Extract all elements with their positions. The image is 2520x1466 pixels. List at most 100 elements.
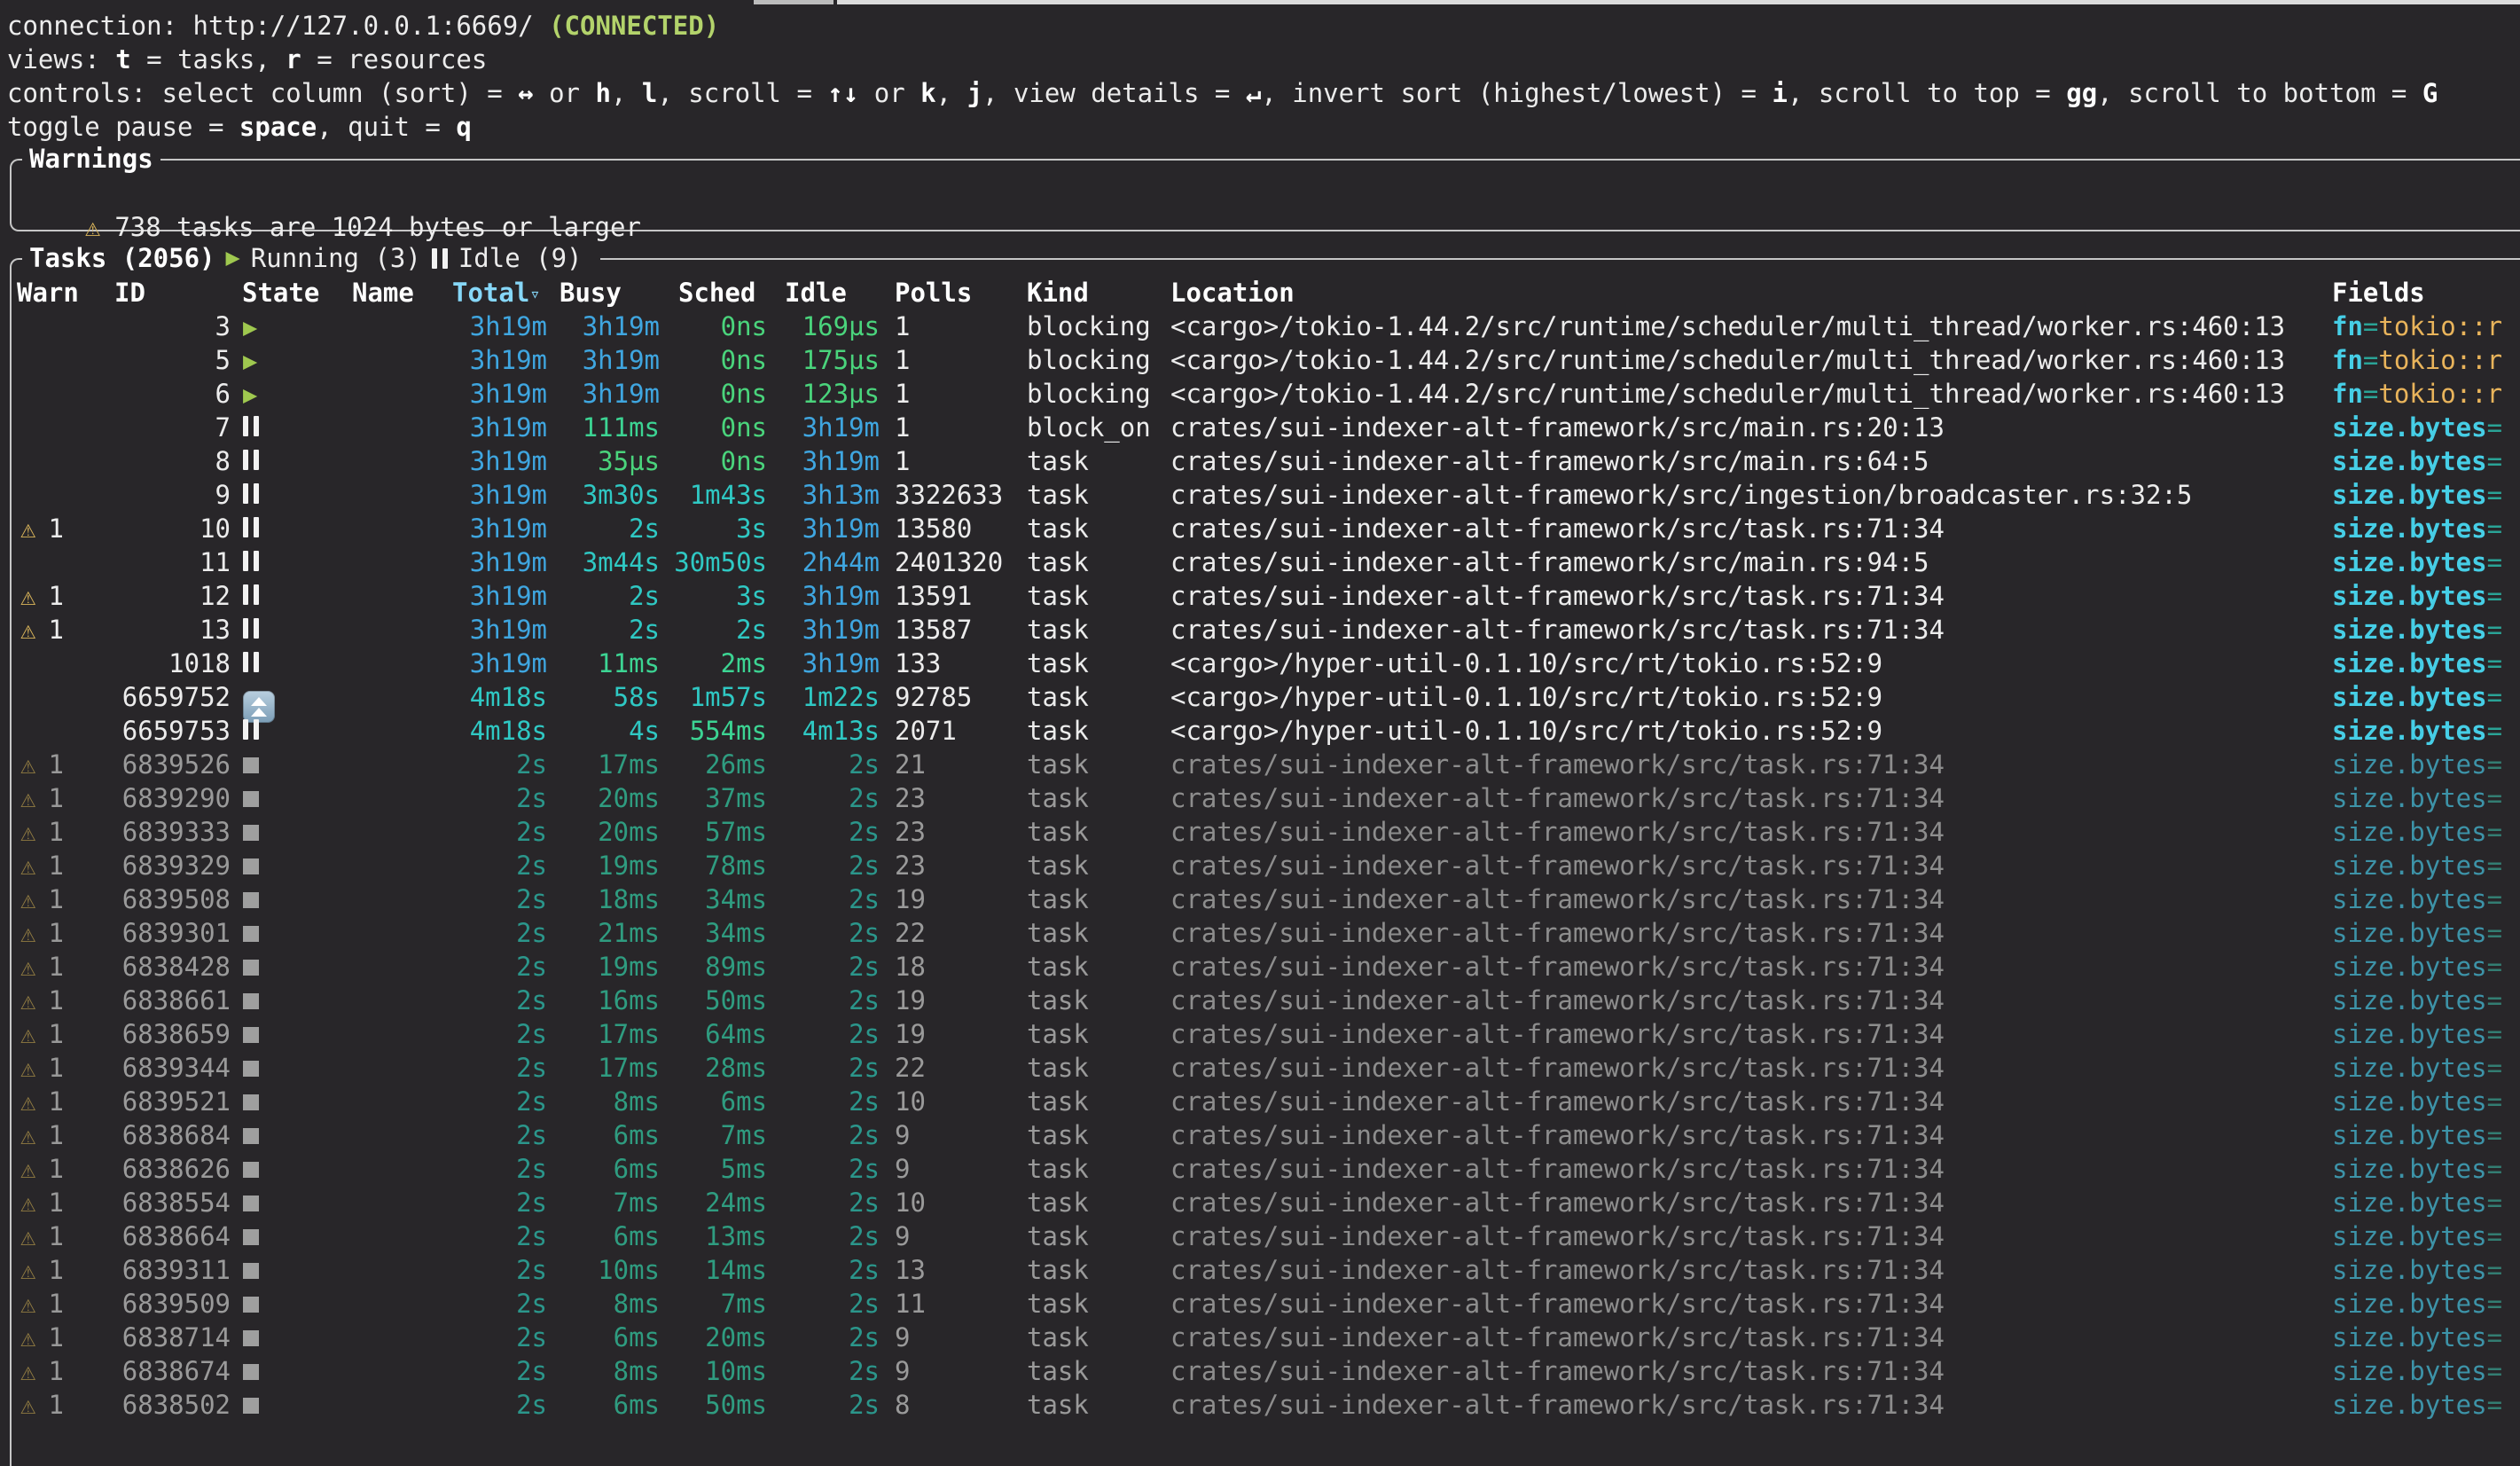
cell-kind: task <box>1027 1321 1169 1354</box>
task-row[interactable]: ⚠1123h19m2s3s3h19m13591taskcrates/sui-in… <box>0 579 2520 613</box>
task-row[interactable]: ⚠1103h19m2s3s3h19m13580taskcrates/sui-in… <box>0 512 2520 545</box>
cell-state <box>243 1051 340 1085</box>
task-row[interactable]: 66597534m18s4s554ms4m13s2071task<cargo>/… <box>0 714 2520 748</box>
cell-state <box>243 1186 340 1219</box>
cell-id: 6838661 <box>80 984 231 1017</box>
cell-kind: task <box>1027 984 1169 1017</box>
task-row[interactable]: ⚠168395212s8ms6ms2s10taskcrates/sui-inde… <box>0 1085 2520 1118</box>
cell-kind: task <box>1027 748 1169 781</box>
cell-busy: 3h19m <box>556 310 660 343</box>
cell-id: 6839333 <box>80 815 231 849</box>
task-row[interactable]: ⚠168386842s6ms7ms2s9taskcrates/sui-index… <box>0 1118 2520 1152</box>
cell-sched: 3s <box>667 512 767 545</box>
cell-location: <cargo>/tokio-1.44.2/src/runtime/schedul… <box>1170 377 2323 411</box>
warning-triangle-icon: ⚠ <box>20 1120 35 1150</box>
task-row[interactable]: 6▶3h19m3h19m0ns123µs1blocking<cargo>/tok… <box>0 377 2520 411</box>
task-row[interactable]: ⚠168384282s19ms89ms2s18taskcrates/sui-in… <box>0 950 2520 984</box>
task-row[interactable]: ⚠168386642s6ms13ms2s9taskcrates/sui-inde… <box>0 1219 2520 1253</box>
cell-state <box>243 1253 340 1287</box>
cell-kind: task <box>1027 1085 1169 1118</box>
column-header-id[interactable]: ID <box>114 276 145 310</box>
column-header-total[interactable]: Total▿ <box>452 276 540 310</box>
task-row[interactable]: ⚠168386612s16ms50ms2s19taskcrates/sui-in… <box>0 984 2520 1017</box>
task-row[interactable]: ⚠168395262s17ms26ms2s21taskcrates/sui-in… <box>0 748 2520 781</box>
running-icon: ▶ <box>226 241 240 275</box>
cell-idle: 3h19m <box>776 613 880 647</box>
warning-triangle-icon: ⚠ <box>20 749 35 780</box>
task-row[interactable]: 113h19m3m44s30m50s2h44m2401320taskcrates… <box>0 545 2520 579</box>
task-row[interactable]: ⚠168393112s10ms14ms2s13taskcrates/sui-in… <box>0 1253 2520 1287</box>
column-header-location[interactable]: Location <box>1170 276 1295 310</box>
cell-state <box>243 647 340 680</box>
cell-kind: task <box>1027 781 1169 815</box>
cell-id: 6659752 <box>80 680 231 714</box>
column-header-warn[interactable]: Warn <box>17 276 79 310</box>
task-row[interactable]: 66597524m18s58s1m57s1m22s92785task<cargo… <box>0 680 2520 714</box>
task-row[interactable]: ⚠168386592s17ms64ms2s19taskcrates/sui-in… <box>0 1017 2520 1051</box>
task-row[interactable]: ⚠168395092s8ms7ms2s11taskcrates/sui-inde… <box>0 1287 2520 1321</box>
task-row[interactable]: 3▶3h19m3h19m0ns169µs1blocking<cargo>/tok… <box>0 310 2520 343</box>
cell-total: 2s <box>381 1287 547 1321</box>
task-row[interactable]: ⚠168386742s8ms10ms2s9taskcrates/sui-inde… <box>0 1354 2520 1388</box>
cell-kind: blocking <box>1027 377 1169 411</box>
task-row[interactable]: 5▶3h19m3h19m0ns175µs1blocking<cargo>/tok… <box>0 343 2520 377</box>
cell-state <box>243 1219 340 1253</box>
cell-fields: size.bytes= <box>2332 647 2520 680</box>
cell-busy: 35µs <box>556 444 660 478</box>
task-row[interactable]: ⚠168393292s19ms78ms2s23taskcrates/sui-in… <box>0 849 2520 882</box>
warnings-panel: Warnings ⚠738 tasks are 1024 bytes or la… <box>10 159 2520 231</box>
warning-triangle-icon: ⚠ <box>20 615 35 645</box>
cell-idle: 2s <box>776 1017 880 1051</box>
cell-polls: 23 <box>895 849 1019 882</box>
task-row[interactable]: ⚠168385542s7ms24ms2s10taskcrates/sui-ind… <box>0 1186 2520 1219</box>
completed-icon <box>243 960 259 976</box>
warning-triangle-icon: ⚠ <box>20 817 35 847</box>
cell-busy: 16ms <box>556 984 660 1017</box>
cell-id: 6838428 <box>80 950 231 984</box>
cell-idle: 2s <box>776 916 880 950</box>
cell-kind: task <box>1027 613 1169 647</box>
idle-count-label: Idle (9) <box>458 241 583 275</box>
cell-fields: size.bytes= <box>2332 444 2520 478</box>
task-row[interactable]: ⚠168392902s20ms37ms2s23taskcrates/sui-in… <box>0 781 2520 815</box>
cell-fields: size.bytes= <box>2332 411 2520 444</box>
column-header-kind[interactable]: Kind <box>1027 276 1089 310</box>
task-row[interactable]: ⚠168393012s21ms34ms2s22taskcrates/sui-in… <box>0 916 2520 950</box>
cell-location: crates/sui-indexer-alt-framework/src/tas… <box>1170 1287 2323 1321</box>
cell-sched: 20ms <box>667 1321 767 1354</box>
task-row[interactable]: 83h19m35µs0ns3h19m1taskcrates/sui-indexe… <box>0 444 2520 478</box>
cell-state <box>243 1354 340 1388</box>
task-row[interactable]: 73h19m111ms0ns3h19m1block_oncrates/sui-i… <box>0 411 2520 444</box>
task-row[interactable]: ⚠168386262s6ms5ms2s9taskcrates/sui-index… <box>0 1152 2520 1186</box>
task-row[interactable]: ⚠168387142s6ms20ms2s9taskcrates/sui-inde… <box>0 1321 2520 1354</box>
warning-triangle-icon: ⚠ <box>20 1019 35 1049</box>
idle-icon <box>243 450 259 470</box>
column-header-polls[interactable]: Polls <box>895 276 972 310</box>
task-row[interactable]: ⚠168393442s17ms28ms2s22taskcrates/sui-in… <box>0 1051 2520 1085</box>
cell-id: 6838664 <box>80 1219 231 1253</box>
task-row[interactable]: ⚠168393332s20ms57ms2s23taskcrates/sui-in… <box>0 815 2520 849</box>
cell-idle: 2s <box>776 1118 880 1152</box>
cell-idle: 2s <box>776 950 880 984</box>
warning-triangle-icon: ⚠ <box>20 1188 35 1218</box>
column-header-name[interactable]: Name <box>352 276 414 310</box>
cell-id: 6838554 <box>80 1186 231 1219</box>
column-header-fields[interactable]: Fields <box>2332 276 2425 310</box>
column-header-sched[interactable]: Sched <box>678 276 755 310</box>
column-header-state[interactable]: State <box>242 276 319 310</box>
column-header-busy[interactable]: Busy <box>560 276 622 310</box>
cell-sched: 50ms <box>667 1388 767 1422</box>
task-row[interactable]: ⚠168385022s6ms50ms2s8taskcrates/sui-inde… <box>0 1388 2520 1422</box>
task-row[interactable]: 10183h19m11ms2ms3h19m133task<cargo>/hype… <box>0 647 2520 680</box>
task-row[interactable]: ⚠168395082s18ms34ms2s19taskcrates/sui-in… <box>0 882 2520 916</box>
cell-total: 3h19m <box>381 579 547 613</box>
column-header-idle[interactable]: Idle <box>785 276 847 310</box>
cell-sched: 14ms <box>667 1253 767 1287</box>
task-row[interactable]: ⚠1133h19m2s2s3h19m13587taskcrates/sui-in… <box>0 613 2520 647</box>
cell-sched: 2s <box>667 613 767 647</box>
task-row[interactable]: 93h19m3m30s1m43s3h13m3322633taskcrates/s… <box>0 478 2520 512</box>
cell-id: 6839526 <box>80 748 231 781</box>
cell-total: 2s <box>381 1152 547 1186</box>
cell-busy: 17ms <box>556 748 660 781</box>
cell-id: 6838674 <box>80 1354 231 1388</box>
